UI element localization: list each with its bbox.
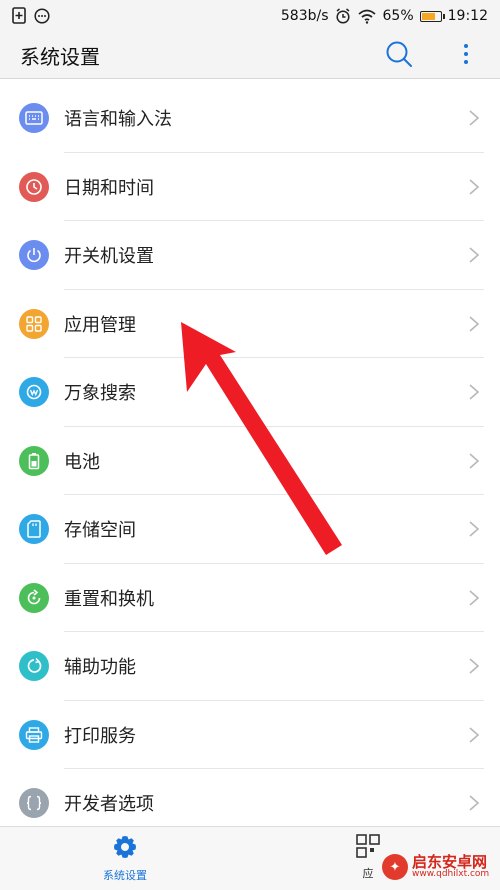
chevron-right-icon [469,384,480,400]
chevron-right-icon [469,590,480,606]
search-w-icon [19,377,49,408]
settings-list: 语言和输入法 日期和时间 开关机设置 应用管理 万象搜索 电池 存储空间 重置和… [0,84,500,838]
notification-icon [34,7,50,24]
status-left-icons [12,7,50,24]
battery-percent: 65% [382,8,414,24]
watermark-name: 启东安卓网 [412,852,488,871]
settings-item-print[interactable]: 打印服务 [0,701,500,769]
settings-item-datetime[interactable]: 日期和时间 [0,153,500,221]
watermark: ✦ 启东安卓网 www.qdhilxt.com [382,848,494,886]
keyboard-icon [19,103,49,134]
chevron-right-icon [469,316,480,332]
accessibility-icon [19,651,49,682]
page-title: 系统设置 [20,45,100,69]
settings-item-label: 辅助功能 [64,657,136,679]
sim-icon [12,7,26,24]
chevron-right-icon [469,453,480,469]
tab-label: 系统设置 [103,869,147,882]
battery-icon [19,445,49,476]
settings-item-label: 日期和时间 [64,177,154,199]
clock-time: 19:12 [447,8,488,24]
chevron-right-icon [469,179,480,195]
more-vert-icon[interactable] [456,40,476,70]
settings-item-power[interactable]: 开关机设置 [0,221,500,290]
settings-item-label: 重置和换机 [64,588,154,610]
settings-item-language[interactable]: 语言和输入法 [0,84,500,153]
tab-system-settings[interactable]: 系统设置 [92,833,158,883]
settings-item-storage[interactable]: 存储空间 [0,495,500,564]
gear-icon [114,836,136,858]
settings-item-label: 万象搜索 [64,383,136,405]
settings-item-reset[interactable]: 重置和换机 [0,564,500,632]
clock-icon [19,171,49,202]
chevron-right-icon [469,727,480,743]
alarm-icon [335,8,350,24]
power-icon [19,240,49,271]
settings-item-label: 打印服务 [64,725,136,747]
search-icon[interactable] [384,39,414,69]
status-bar: 583b/s 65% 19:12 [0,0,500,32]
reset-icon [19,582,49,613]
settings-item-search[interactable]: 万象搜索 [0,358,500,427]
settings-item-battery[interactable]: 电池 [0,427,500,495]
settings-item-label: 语言和输入法 [64,109,172,131]
wifi-icon [357,9,376,24]
settings-item-accessibility[interactable]: 辅助功能 [0,632,500,701]
code-braces-icon [19,788,49,819]
qr-grid-icon [356,834,380,858]
watermark-logo-icon: ✦ [382,854,408,880]
settings-item-label: 存储空间 [64,520,136,542]
settings-item-app-management[interactable]: 应用管理 [0,290,500,358]
chevron-right-icon [469,110,480,126]
status-right-info: 583b/s 65% 19:12 [281,0,488,32]
apps-grid-icon [19,308,49,339]
app-bar: 系统设置 [0,32,500,79]
chevron-right-icon [469,521,480,537]
settings-item-label: 开关机设置 [64,246,154,268]
chevron-right-icon [469,795,480,811]
settings-item-label: 电池 [64,451,100,473]
chevron-right-icon [469,247,480,263]
printer-icon [19,719,49,750]
sd-card-icon [19,514,49,545]
watermark-url: www.qdhilxt.com [412,869,490,880]
net-speed: 583b/s [280,8,329,24]
chevron-right-icon [469,658,480,674]
settings-item-label: 应用管理 [64,314,136,336]
battery-icon [419,10,445,22]
settings-item-label: 开发者选项 [64,794,154,816]
